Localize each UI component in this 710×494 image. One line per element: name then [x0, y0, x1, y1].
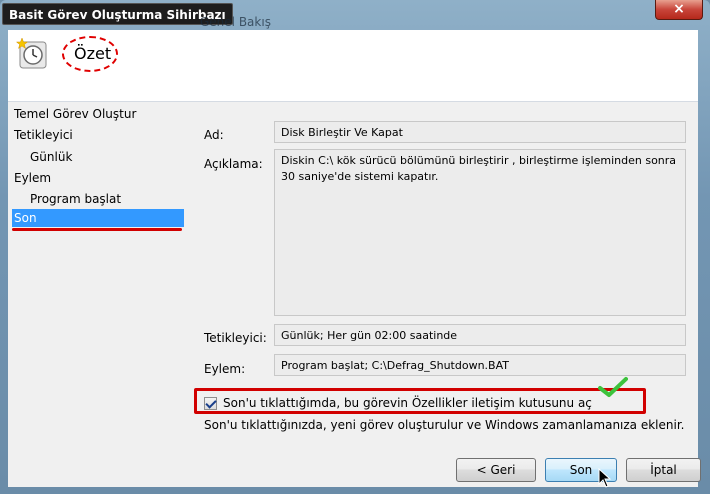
trigger-label: Tetikleyici: — [204, 331, 267, 345]
description-label: Açıklama: — [204, 157, 263, 171]
wizard-window: Basit Görev Oluşturma Sihirbazı Genel Ba… — [0, 0, 710, 494]
close-button[interactable]: × — [655, 0, 703, 20]
title-bar: Basit Görev Oluşturma Sihirbazı Genel Ba… — [0, 0, 710, 29]
open-properties-checkbox[interactable] — [204, 396, 217, 410]
trigger-value: Günlük; Her gün 02:00 saatinde — [274, 324, 686, 346]
name-value: Disk Birleştir Ve Kapat — [274, 121, 686, 143]
nav-item-tetikleyici[interactable]: Tetikleyici — [12, 126, 184, 144]
clock-icon — [16, 37, 47, 69]
mouse-cursor-icon — [598, 468, 612, 488]
window-title: Basit Görev Oluşturma Sihirbazı — [2, 3, 233, 25]
nav-item-gunluk[interactable]: Günlük — [12, 148, 184, 166]
wizard-body: Temel Görev Oluştur Tetikleyici Günlük E… — [8, 102, 698, 487]
cancel-button[interactable]: İptal — [626, 458, 701, 482]
open-properties-label: Son'u tıklattığımda, bu görevin Özellikl… — [223, 396, 592, 410]
description-value: Diskin C:\ kök sürücü bölümünü birleştir… — [274, 149, 686, 316]
back-button[interactable]: < Geri — [456, 458, 536, 482]
page-title: Özet — [74, 44, 112, 63]
action-value: Program başlat; C:\Defrag_Shutdown.BAT — [274, 354, 686, 376]
info-text: Son'u tıklattığınızda, yeni görev oluştu… — [204, 418, 685, 432]
close-icon: × — [673, 1, 685, 17]
step-nav: Temel Görev Oluştur Tetikleyici Günlük E… — [8, 102, 188, 487]
name-label: Ad: — [204, 128, 224, 142]
open-properties-option[interactable]: Son'u tıklattığımda, bu görevin Özellikl… — [204, 394, 592, 412]
nav-item-eylem[interactable]: Eylem — [12, 169, 184, 187]
wizard-header: Özet — [8, 30, 698, 102]
nav-item-program-baslat[interactable]: Program başlat — [12, 190, 184, 208]
green-check-icon — [598, 377, 628, 397]
nav-item-temel-gorev[interactable]: Temel Görev Oluştur — [12, 105, 184, 123]
background-window-text: Genel Bakış — [200, 15, 271, 29]
nav-item-son[interactable]: Son — [12, 209, 184, 227]
annotation-underline — [12, 228, 182, 231]
action-label: Eylem: — [204, 362, 246, 376]
